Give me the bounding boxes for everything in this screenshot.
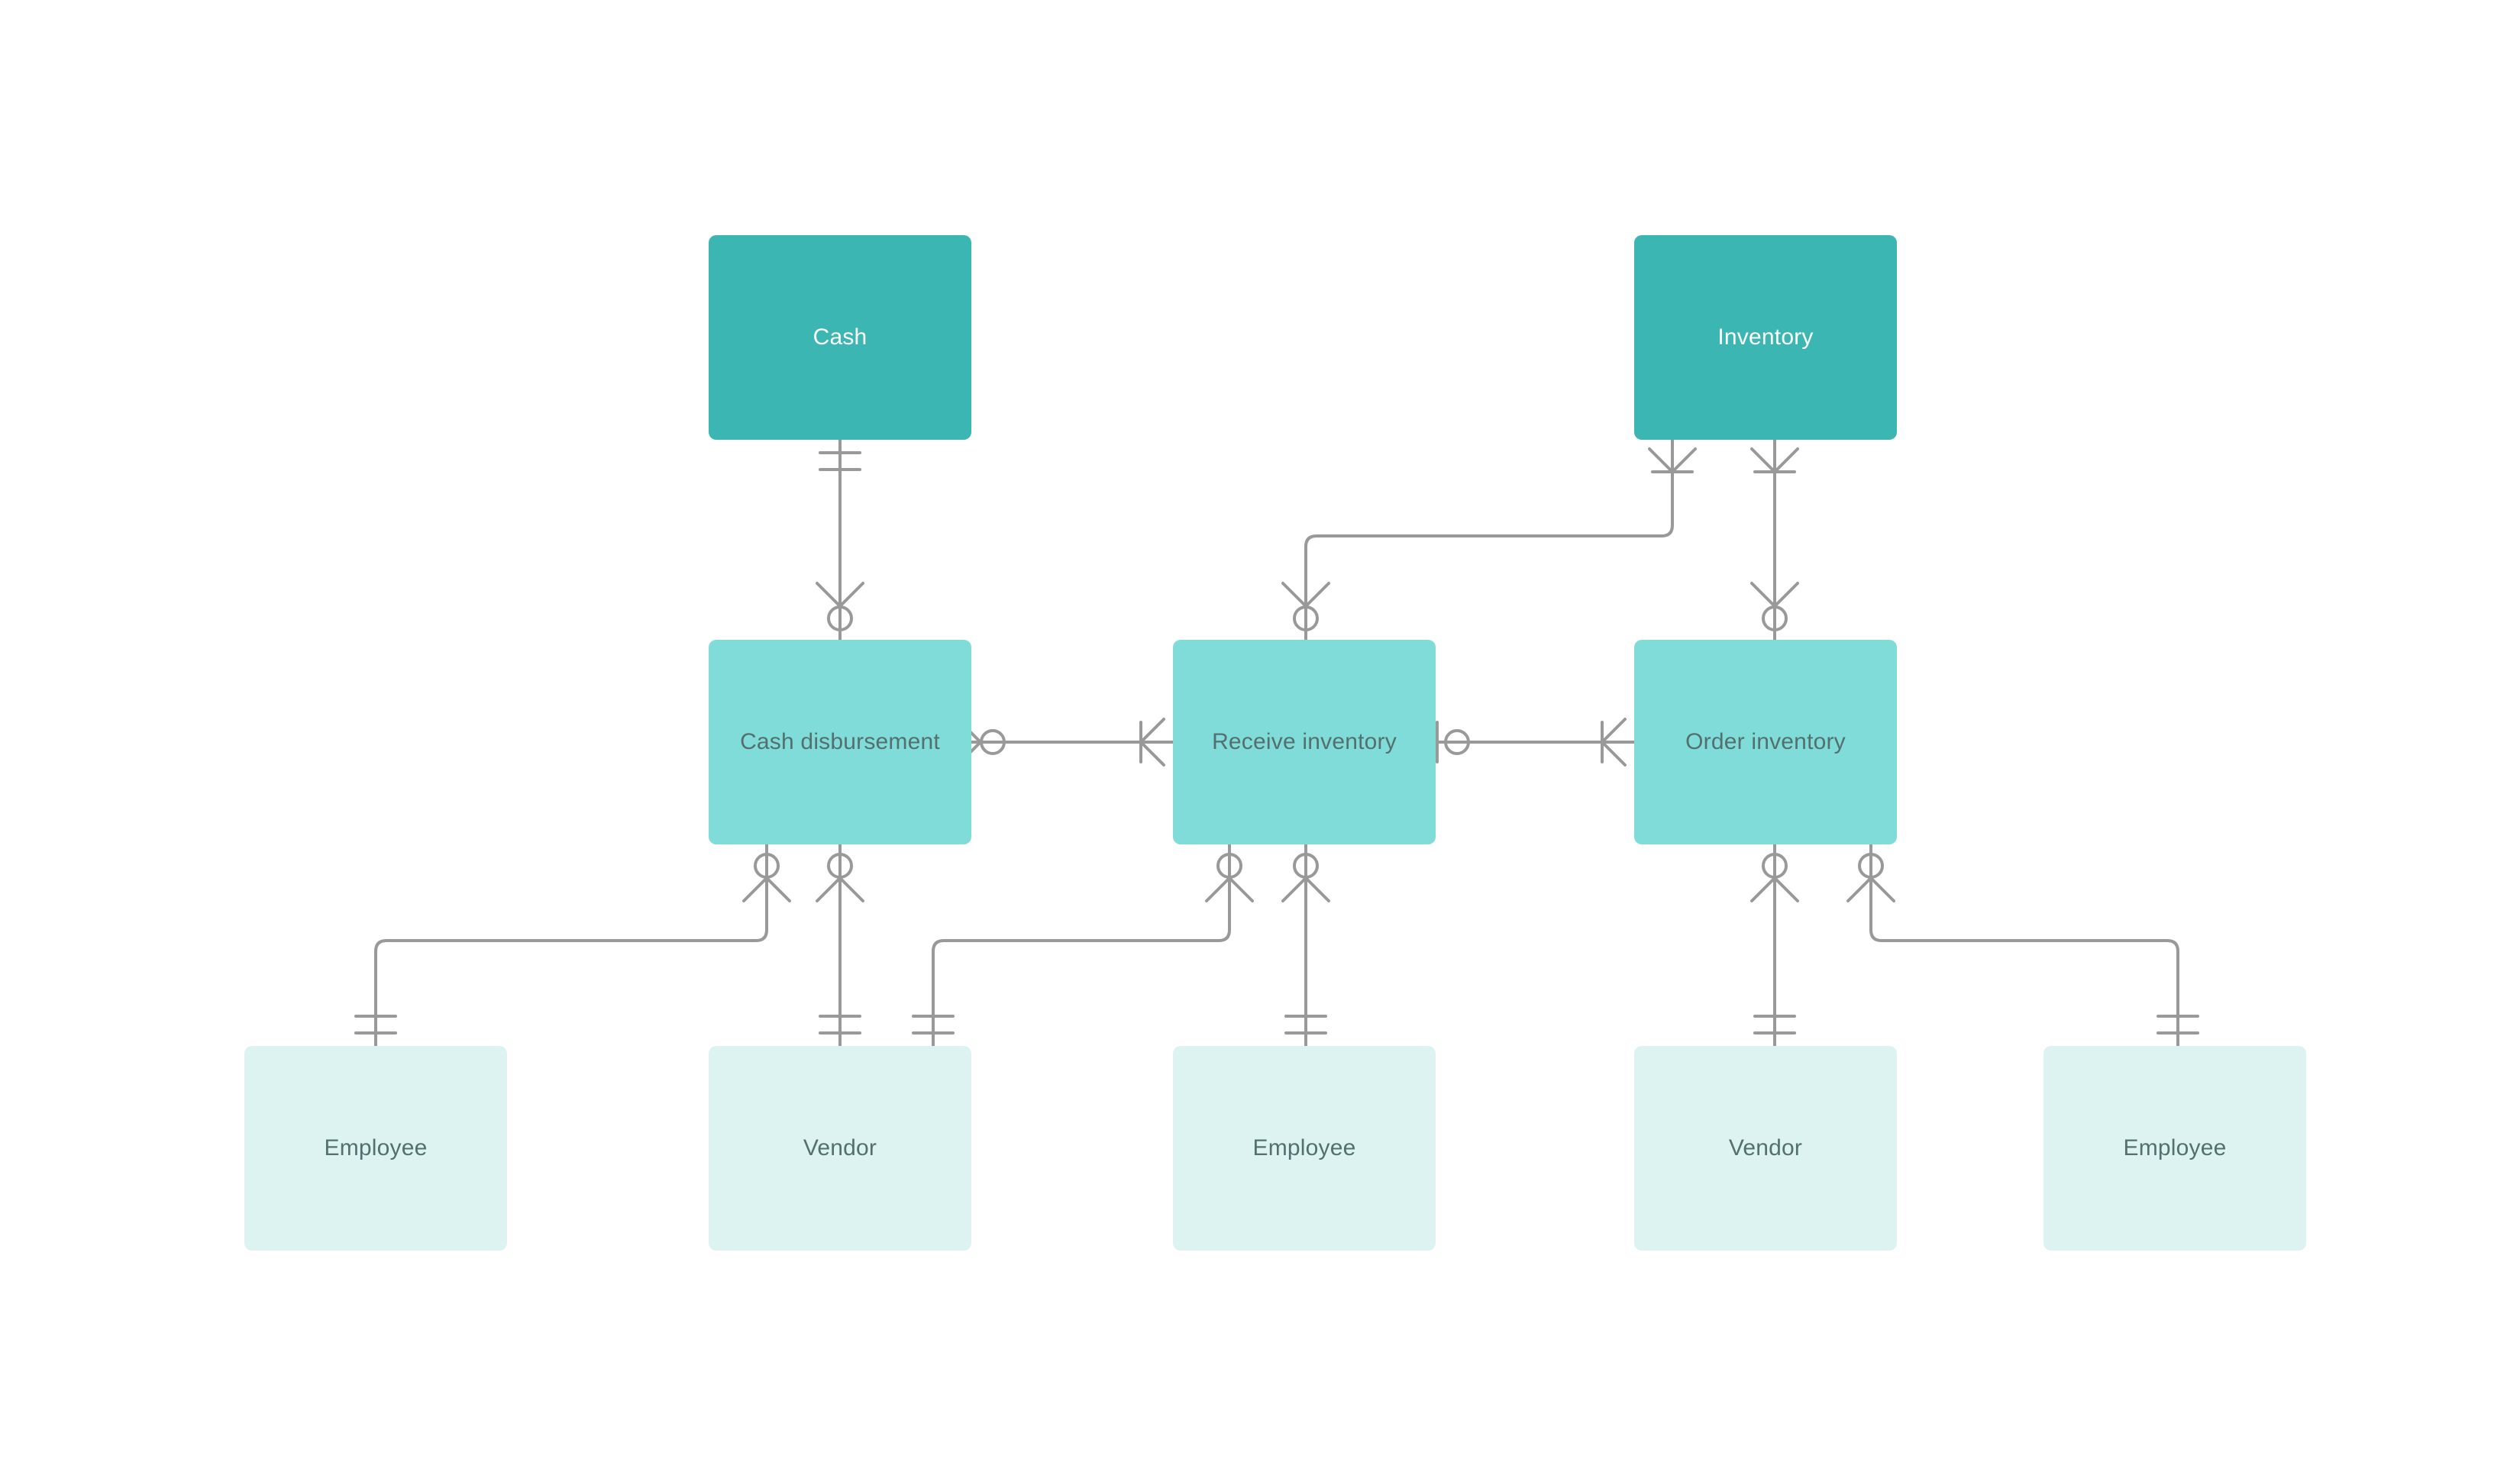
entity-employee_2[interactable]: Employee <box>1173 1046 1436 1251</box>
entity-vendor_2[interactable]: Vendor <box>1634 1046 1897 1251</box>
entity-label: Employee <box>2123 1135 2227 1161</box>
cardinality-marker-zero-or-one <box>1436 721 1470 763</box>
connector-order_inv-vendor_2[interactable] <box>1750 843 1799 1047</box>
entity-inventory[interactable]: Inventory <box>1634 235 1897 440</box>
cardinality-marker-zero-or-many <box>816 853 864 902</box>
cardinality-marker-one-and-only-one <box>819 451 861 471</box>
entity-cash_disb[interactable]: Cash disbursement <box>709 640 971 844</box>
entity-label: Vendor <box>803 1135 877 1161</box>
cardinality-marker-zero-or-many <box>1750 582 1799 631</box>
cardinality-marker-one-and-only-one <box>2157 1015 2199 1035</box>
cardinality-marker-one-and-only-one <box>1284 1015 1327 1035</box>
entity-recv_inv[interactable]: Receive inventory <box>1173 640 1436 844</box>
cardinality-marker-one-and-only-one <box>912 1015 955 1035</box>
cardinality-marker-zero-or-many <box>1281 853 1330 902</box>
entity-vendor_1[interactable]: Vendor <box>709 1046 971 1251</box>
cardinality-marker-one-or-many <box>1648 447 1697 473</box>
entity-label: Cash disbursement <box>740 729 940 755</box>
cardinality-marker-zero-or-many <box>1281 582 1330 631</box>
entity-employee_3[interactable]: Employee <box>2043 1046 2306 1251</box>
cardinality-marker-one-and-only-one <box>1753 1015 1796 1035</box>
entity-label: Inventory <box>1717 324 1814 350</box>
cardinality-marker-one-or-many <box>1139 718 1165 767</box>
connector-recv_inv-order_inv[interactable] <box>1434 718 1636 767</box>
connector-cash_disb-recv_inv[interactable] <box>956 718 1174 767</box>
connector-recv_inv-employee_2[interactable] <box>1281 843 1330 1047</box>
connector-inventory-recv_inv[interactable] <box>1281 438 1697 641</box>
entity-label: Employee <box>324 1135 428 1161</box>
connector-inventory-order_inv[interactable] <box>1750 438 1799 641</box>
cardinality-marker-zero-or-many <box>1846 853 1895 902</box>
cardinality-marker-one-and-only-one <box>354 1015 397 1035</box>
cardinality-marker-one-and-only-one <box>819 1015 861 1035</box>
cardinality-marker-zero-or-many <box>1205 853 1254 902</box>
entity-label: Order inventory <box>1685 729 1846 755</box>
entity-order_inv[interactable]: Order inventory <box>1634 640 1897 844</box>
cardinality-marker-one-or-many <box>1750 447 1799 473</box>
er-diagram-canvas: Cash Inventory Cash disbursement Receive in… <box>0 0 2520 1459</box>
connector-recv_inv-vendor_1[interactable] <box>912 843 1254 1047</box>
connector-order_inv-employee_3[interactable] <box>1846 843 2199 1047</box>
entity-label: Cash <box>813 324 867 350</box>
cardinality-marker-zero-or-many <box>1750 853 1799 902</box>
connector-cash_disb-employee_1[interactable] <box>354 843 791 1047</box>
entity-cash[interactable]: Cash <box>709 235 971 440</box>
entity-label: Receive inventory <box>1212 729 1397 755</box>
cardinality-marker-zero-or-many <box>816 582 864 631</box>
connector-cash_disb-vendor_1[interactable] <box>816 843 864 1047</box>
connector-cash-cash_disb[interactable] <box>816 438 864 641</box>
entity-label: Employee <box>1252 1135 1356 1161</box>
entity-employee_1[interactable]: Employee <box>244 1046 507 1251</box>
entity-label: Vendor <box>1728 1135 1803 1161</box>
cardinality-marker-zero-or-many <box>742 853 791 902</box>
cardinality-marker-one-or-many <box>1601 718 1627 767</box>
